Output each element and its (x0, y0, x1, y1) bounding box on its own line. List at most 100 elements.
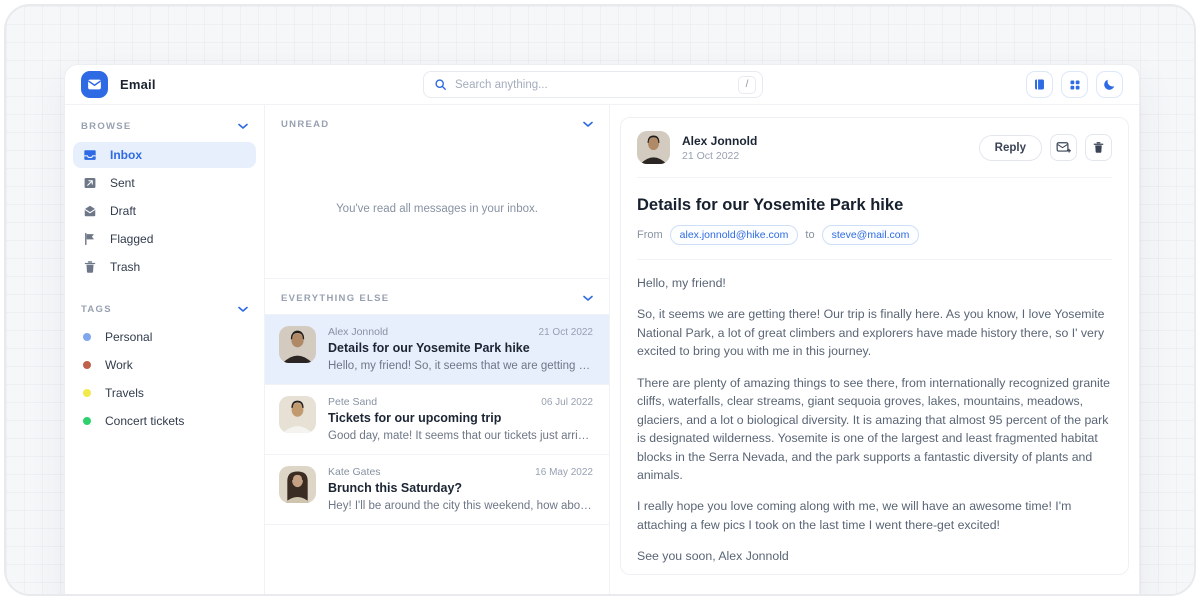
sidebar-item-flagged[interactable]: Flagged (73, 226, 256, 252)
browse-section-head: BROWSE (73, 111, 256, 140)
email-date: 21 Oct 2022 (539, 327, 593, 338)
browse-label: BROWSE (81, 121, 132, 132)
email-item-main: Alex Jonnold 21 Oct 2022 Details for our… (328, 326, 593, 372)
detail-from-to: From alex.jonnold@hike.com to steve@mail… (637, 215, 1112, 260)
draft-icon (83, 204, 98, 218)
email-list-item[interactable]: Alex Jonnold 21 Oct 2022 Details for our… (265, 315, 609, 385)
tag-item-travels[interactable]: Travels (73, 379, 256, 407)
body-paragraph: There are plenty of amazing things to se… (637, 374, 1112, 485)
to-label: to (805, 229, 814, 241)
search-wrap: / (423, 71, 763, 98)
from-email-chip[interactable]: alex.jonnold@hike.com (670, 225, 799, 245)
search-shortcut-key: / (738, 76, 756, 94)
detail-header: Alex Jonnold 21 Oct 2022 Reply (637, 118, 1112, 178)
avatar (279, 466, 316, 503)
tag-label: Work (105, 358, 133, 372)
unread-empty-zone: You've read all messages in your inbox. (265, 140, 609, 278)
tag-color-dot (83, 361, 91, 369)
from-label: From (637, 229, 663, 241)
moon-icon[interactable] (1096, 71, 1123, 98)
header-actions (1026, 71, 1123, 98)
tags-label: TAGS (81, 304, 112, 315)
sidebar-item-label: Trash (110, 260, 140, 274)
tag-label: Personal (105, 330, 152, 344)
mark-unread-icon[interactable] (1050, 134, 1077, 161)
unread-section-head: UNREAD (265, 105, 609, 140)
to-email-chip[interactable]: steve@mail.com (822, 225, 920, 245)
detail-area: Alex Jonnold 21 Oct 2022 Reply (610, 105, 1139, 596)
email-sender: Kate Gates (328, 466, 381, 478)
chevron-down-icon[interactable] (583, 121, 593, 128)
email-list-item[interactable]: Pete Sand 06 Jul 2022 Tickets for our up… (265, 385, 609, 455)
trash-icon (83, 260, 98, 274)
body-paragraph: See you soon, Alex Jonnold (637, 547, 1112, 565)
app-title: Email (120, 77, 156, 92)
email-logo-icon (81, 71, 108, 98)
tag-label: Travels (105, 386, 144, 400)
body-paragraph: I really hope you love coming along with… (637, 497, 1112, 534)
everything-else-section: EVERYTHING ELSE (265, 278, 609, 525)
email-sender: Pete Sand (328, 396, 377, 408)
tag-item-concert-tickets[interactable]: Concert tickets (73, 407, 256, 435)
chevron-down-icon[interactable] (238, 123, 248, 130)
avatar (279, 396, 316, 433)
app-body: BROWSE Inbox (65, 105, 1139, 596)
unread-label: UNREAD (281, 119, 329, 130)
everything-else-head: EVERYTHING ELSE (265, 279, 609, 315)
email-preview: Hey! I'll be around the city this weeken… (328, 500, 593, 512)
email-body: Hello, my friend! So, it seems we are ge… (637, 260, 1112, 575)
delete-icon[interactable] (1085, 134, 1112, 161)
body-paragraph: So, it seems we are getting there! Our t… (637, 305, 1112, 360)
sidebar-item-trash[interactable]: Trash (73, 254, 256, 280)
email-detail-card: Alex Jonnold 21 Oct 2022 Reply (620, 117, 1129, 575)
avatar (637, 131, 670, 164)
sidebar-item-label: Inbox (110, 148, 142, 162)
app-header: Email / (65, 65, 1139, 105)
browser-frame: Email / (4, 4, 1196, 596)
email-subject: Details for our Yosemite Park hike (328, 341, 593, 355)
tag-color-dot (83, 333, 91, 341)
search-box[interactable]: / (423, 71, 763, 98)
message-list: UNREAD You've read all messages in your … (265, 105, 610, 596)
sidebar-item-draft[interactable]: Draft (73, 198, 256, 224)
tag-color-dot (83, 389, 91, 397)
detail-sender-name: Alex Jonnold (682, 134, 757, 148)
sent-icon (83, 176, 98, 190)
detail-date: 21 Oct 2022 (682, 150, 757, 162)
avatar (279, 326, 316, 363)
email-date: 16 May 2022 (535, 467, 593, 478)
email-preview: Good day, mate! It seems that our ticket… (328, 430, 593, 442)
grid-icon[interactable] (1061, 71, 1088, 98)
inbox-icon (83, 148, 98, 162)
chevron-down-icon[interactable] (238, 306, 248, 313)
flag-icon (83, 232, 98, 246)
email-item-main: Pete Sand 06 Jul 2022 Tickets for our up… (328, 396, 593, 442)
reply-button[interactable]: Reply (979, 135, 1042, 161)
email-app-window: Email / (64, 64, 1140, 596)
search-icon (434, 78, 447, 91)
sidebar-item-inbox[interactable]: Inbox (73, 142, 256, 168)
sidebar-item-sent[interactable]: Sent (73, 170, 256, 196)
body-paragraph: Hello, my friend! (637, 274, 1112, 292)
chevron-down-icon[interactable] (583, 295, 593, 302)
sidebar-item-label: Draft (110, 204, 136, 218)
email-list-item[interactable]: Kate Gates 16 May 2022 Brunch this Satur… (265, 455, 609, 525)
screenshot-stage: Email / (0, 0, 1200, 600)
tags-section-head: TAGS (73, 294, 256, 323)
email-subject: Brunch this Saturday? (328, 481, 593, 495)
tag-label: Concert tickets (105, 414, 184, 428)
email-preview: Hello, my friend! So, it seems that we a… (328, 360, 593, 372)
email-item-main: Kate Gates 16 May 2022 Brunch this Satur… (328, 466, 593, 512)
everything-else-label: EVERYTHING ELSE (281, 293, 389, 304)
detail-sender-block: Alex Jonnold 21 Oct 2022 (682, 134, 757, 162)
detail-subject: Details for our Yosemite Park hike (637, 178, 1112, 215)
sidebar: BROWSE Inbox (65, 105, 265, 596)
tag-item-work[interactable]: Work (73, 351, 256, 379)
email-sender: Alex Jonnold (328, 326, 388, 338)
email-date: 06 Jul 2022 (541, 397, 593, 408)
tag-color-dot (83, 417, 91, 425)
search-input[interactable] (447, 79, 738, 91)
tag-item-personal[interactable]: Personal (73, 323, 256, 351)
unread-empty-message: You've read all messages in your inbox. (336, 203, 538, 215)
book-icon[interactable] (1026, 71, 1053, 98)
